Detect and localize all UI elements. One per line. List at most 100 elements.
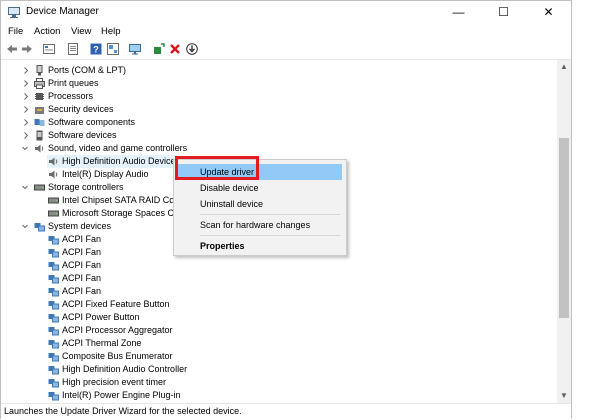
tree-category-software-components[interactable]: Software components [1, 116, 301, 129]
tree-category-label: Ports (COM & LPT) [48, 65, 127, 75]
svg-text:?: ? [93, 45, 99, 55]
tree-device-label: High precision event timer [62, 377, 167, 387]
system-device-icon [48, 301, 59, 310]
system-device-icon [48, 327, 59, 336]
tree-category-ports[interactable]: Ports (COM & LPT) [1, 64, 301, 77]
context-separator [200, 235, 340, 236]
system-device-icon [48, 314, 59, 323]
tree-device-label: ACPI Processor Aggregator [62, 325, 173, 335]
chevron-right-icon[interactable] [22, 64, 30, 77]
tree-device-intel-power-engine-plugin[interactable]: Intel(R) Power Engine Plug-in [1, 389, 301, 402]
tree-device-hd-audio-controller[interactable]: High Definition Audio Controller [1, 363, 301, 376]
annotation-highlight-frame [175, 156, 259, 180]
tree-device-label: High Definition Audio Device [62, 156, 176, 166]
tree-device-label: ACPI Fan [62, 260, 102, 270]
processor-icon [35, 93, 44, 100]
security-icon [35, 107, 44, 114]
system-device-icon [48, 379, 59, 388]
tree-device-label: Composite Bus Enumerator [62, 351, 173, 361]
tree-device-label: ACPI Fixed Feature Button [62, 299, 170, 309]
forward-arrow-icon[interactable] [21, 43, 33, 55]
tree-device-label: ACPI Fan [62, 273, 102, 283]
tree-device-acpi-fan[interactable]: ACPI Fan [1, 272, 301, 285]
context-disable-device[interactable]: Disable device [176, 180, 342, 196]
tree-device-acpi-fan[interactable]: ACPI Fan [1, 285, 301, 298]
tree-device-label: Intel(R) Display Audio [62, 169, 149, 179]
chevron-down-icon[interactable] [21, 142, 29, 155]
tree-device-acpi-fixed-feature-button[interactable]: ACPI Fixed Feature Button [1, 298, 301, 311]
tree-device-label: High Definition Audio Controller [62, 364, 188, 374]
title-bar[interactable]: Device Manager — ☐ ✕ [1, 1, 571, 24]
window-title: Device Manager [26, 6, 99, 17]
storage-icon [48, 210, 59, 217]
help-icon[interactable]: ? [90, 43, 102, 55]
tree-device-acpi-power-button[interactable]: ACPI Power Button [1, 311, 301, 324]
tree-device-high-precision-event-timer[interactable]: High precision event timer [1, 376, 301, 389]
storage-icon [48, 197, 59, 204]
tree-category-processors[interactable]: Processors [1, 90, 301, 103]
chevron-right-icon[interactable] [22, 90, 30, 103]
properties-icon[interactable] [67, 43, 79, 55]
scroll-up-arrow-icon[interactable]: ▲ [557, 60, 571, 74]
system-icon [34, 223, 45, 232]
menu-view[interactable]: View [71, 26, 91, 37]
close-button[interactable]: ✕ [526, 1, 571, 24]
tree-device-acpi-fan[interactable]: ACPI Fan [1, 259, 301, 272]
system-device-icon [48, 249, 59, 258]
device-tree-icon[interactable] [43, 43, 55, 55]
system-device-icon [48, 366, 59, 375]
system-device-icon [48, 275, 59, 284]
context-uninstall-device[interactable]: Uninstall device [176, 196, 342, 212]
speaker-icon [49, 157, 58, 166]
tree-device-label: ACPI Thermal Zone [62, 338, 142, 348]
scrollbar-thumb[interactable] [559, 138, 569, 318]
tree-category-label: Processors [48, 91, 94, 101]
chevron-down-icon[interactable] [21, 181, 29, 194]
uninstall-red-x-icon[interactable] [169, 43, 181, 55]
port-icon [36, 65, 43, 76]
tree-device-composite-bus-enumerator[interactable]: Composite Bus Enumerator [1, 350, 301, 363]
speaker-icon [35, 144, 44, 153]
speaker-icon [49, 170, 58, 179]
tree-device-acpi-thermal-zone[interactable]: ACPI Thermal Zone [1, 337, 301, 350]
system-device-icon [48, 236, 59, 245]
vertical-scrollbar[interactable]: ▲ ▼ [557, 60, 571, 403]
chevron-right-icon[interactable] [22, 129, 30, 142]
tree-category-software-devices[interactable]: Software devices [1, 129, 301, 142]
scroll-down-arrow-icon[interactable]: ▼ [557, 389, 571, 403]
tree-device-acpi-processor-aggregator[interactable]: ACPI Processor Aggregator [1, 324, 301, 337]
chevron-right-icon[interactable] [22, 116, 30, 129]
tree-category-security-devices[interactable]: Security devices [1, 103, 301, 116]
add-driver-icon[interactable] [153, 43, 165, 55]
chevron-right-icon[interactable] [22, 103, 30, 116]
chevron-right-icon[interactable] [22, 77, 30, 90]
tree-category-sound-video-game[interactable]: Sound, video and game controllers [1, 142, 301, 155]
menu-action[interactable]: Action [34, 26, 60, 37]
tree-device-label: ACPI Fan [62, 247, 102, 257]
system-device-icon [48, 392, 59, 401]
monitor-icon[interactable] [129, 43, 141, 55]
system-device-icon [48, 353, 59, 362]
storage-icon [34, 184, 45, 191]
tree-category-label: Security devices [48, 104, 114, 114]
device-view-icon[interactable] [107, 43, 119, 55]
back-arrow-icon[interactable] [6, 43, 18, 55]
context-scan-hardware[interactable]: Scan for hardware changes [176, 217, 342, 233]
menu-help[interactable]: Help [101, 26, 121, 37]
printer-icon [34, 78, 45, 89]
tree-category-label: Software components [48, 117, 136, 127]
context-properties[interactable]: Properties [176, 238, 342, 254]
software-device-icon [36, 130, 43, 141]
tree-category-print-queues[interactable]: Print queues [1, 77, 301, 90]
menu-file[interactable]: File [8, 26, 23, 37]
context-separator [200, 214, 340, 215]
chevron-down-icon[interactable] [21, 220, 29, 233]
minimize-button[interactable]: — [436, 1, 481, 24]
tree-device-label: ACPI Fan [62, 286, 102, 296]
download-driver-icon[interactable] [186, 43, 198, 55]
tree-device-label: ACPI Power Button [62, 312, 140, 322]
maximize-button[interactable]: ☐ [481, 1, 526, 24]
system-device-icon [48, 262, 59, 271]
tree-device-label: ACPI Fan [62, 234, 102, 244]
tree-category-label: Print queues [48, 78, 99, 88]
